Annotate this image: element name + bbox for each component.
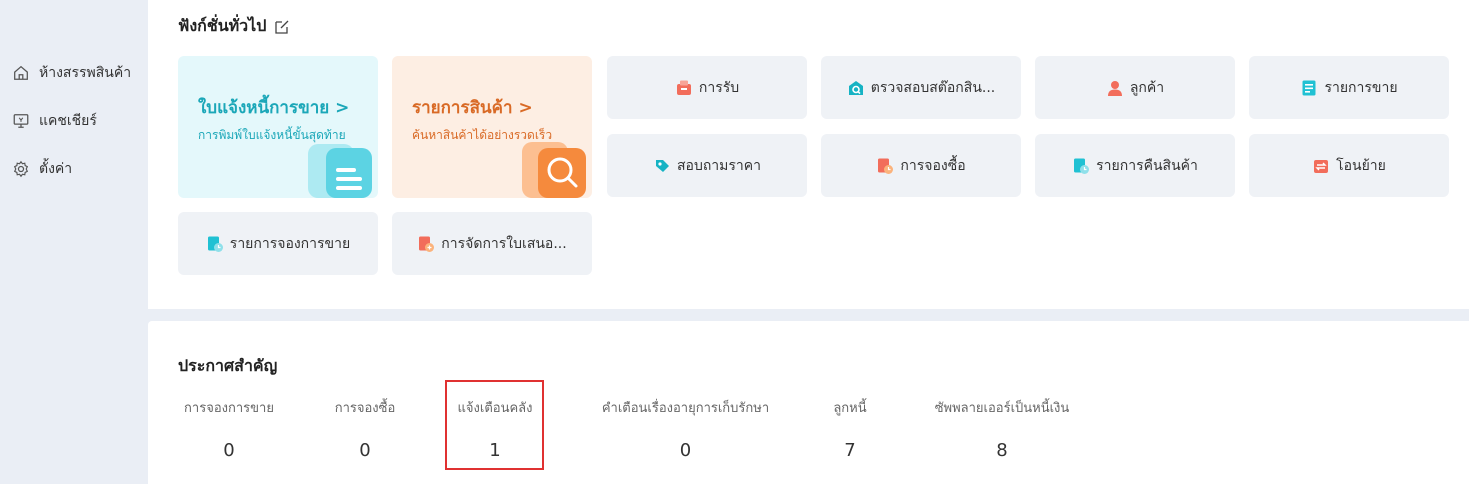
stat-sales-reservation[interactable]: การจองการขาย 0 xyxy=(178,397,280,461)
transfer-button[interactable]: โอนย้าย xyxy=(1249,134,1449,197)
highlight-box xyxy=(445,380,544,470)
stock-check-icon xyxy=(848,80,863,95)
sidebar: ห้างสรรพสินค้า แคชเชียร์ ตั้งค่า xyxy=(0,0,148,484)
return-list-button[interactable]: รายการคืนสินค้า xyxy=(1035,134,1235,197)
home-icon xyxy=(14,65,28,80)
card-title: ใบแจ้งหนี้การขาย > xyxy=(198,98,350,118)
stat-value: 0 xyxy=(679,440,692,461)
section-title: ประกาศสำคัญ xyxy=(178,356,278,375)
gear-icon xyxy=(13,160,29,178)
quotation-button[interactable]: การจัดการใบเสนอ... xyxy=(392,212,592,275)
sidebar-item-settings[interactable]: ตั้งค่า xyxy=(12,158,72,180)
quotation-icon xyxy=(419,236,435,252)
stat-value: 0 xyxy=(223,440,235,461)
customer-icon xyxy=(1107,80,1122,96)
sales-list-button[interactable]: รายการขาย xyxy=(1249,56,1449,119)
sidebar-item-cashier[interactable]: แคชเชียร์ xyxy=(12,110,97,132)
sidebar-item-label: ห้างสรรพสินค้า xyxy=(39,65,132,81)
sales-reservation-button[interactable]: รายการจองการขาย xyxy=(178,212,378,275)
price-inquiry-icon xyxy=(655,159,669,172)
document-icon xyxy=(308,144,372,198)
receive-icon xyxy=(676,80,691,95)
monitor-icon xyxy=(13,114,29,128)
sidebar-item-label: ตั้งค่า xyxy=(39,161,73,177)
return-list-icon xyxy=(1074,158,1090,174)
purchase-order-icon xyxy=(878,158,894,174)
price-inquiry-button[interactable]: สอบถามราคา xyxy=(607,134,807,197)
sidebar-item-label: แคชเชียร์ xyxy=(39,113,97,129)
sales-invoice-card[interactable]: ใบแจ้งหนี้การขาย > การพิมพ์ใบแจ้งหนี้ขั้… xyxy=(178,56,378,198)
stat-value: 8 xyxy=(996,440,1008,461)
stock-check-button[interactable]: ตรวจสอบสต๊อกสิน... xyxy=(821,56,1021,119)
section-title: ฟังก์ชั่นทั่วไป xyxy=(178,14,290,39)
receive-button[interactable]: การรับ xyxy=(607,56,807,119)
edit-icon[interactable] xyxy=(274,19,290,35)
stat-label: ลูกหนี้ xyxy=(833,401,867,416)
stat-label: ซัพพลายเออร์เป็นหนี้เงิน xyxy=(934,401,1070,416)
stat-value: 0 xyxy=(359,440,371,461)
stat-receivables[interactable]: ลูกหนี้ 7 xyxy=(826,397,874,461)
stat-purchase-order[interactable]: การจองซื้อ 0 xyxy=(329,397,401,461)
sidebar-item-mall[interactable]: ห้างสรรพสินค้า xyxy=(12,62,131,84)
stat-label: คำเตือนเรื่องอายุการเก็บรักษา xyxy=(601,401,770,416)
stat-label: การจองการขาย xyxy=(184,401,274,416)
customer-button[interactable]: ลูกค้า xyxy=(1035,56,1235,119)
stat-label: การจองซื้อ xyxy=(334,401,396,416)
card-title: รายการสินค้า > xyxy=(412,98,533,118)
sales-list-icon xyxy=(1302,80,1316,95)
purchase-order-button[interactable]: การจองซื้อ xyxy=(821,134,1021,197)
stat-supplier-debt[interactable]: ซัพพลายเออร์เป็นหนี้เงิน 8 xyxy=(922,397,1082,461)
general-functions-panel: ฟังก์ชั่นทั่วไป ใบแจ้งหนี้การขาย > การพิ… xyxy=(148,0,1469,309)
transfer-icon xyxy=(1314,159,1329,173)
sales-reservation-icon xyxy=(207,236,223,252)
search-icon xyxy=(522,142,586,198)
product-list-card[interactable]: รายการสินค้า > ค้นหาสินค้าได้อย่างรวดเร็… xyxy=(392,56,592,198)
stat-value: 7 xyxy=(844,440,856,461)
stat-shelf-life-warning[interactable]: คำเตือนเรื่องอายุการเก็บรักษา 0 xyxy=(589,397,782,461)
